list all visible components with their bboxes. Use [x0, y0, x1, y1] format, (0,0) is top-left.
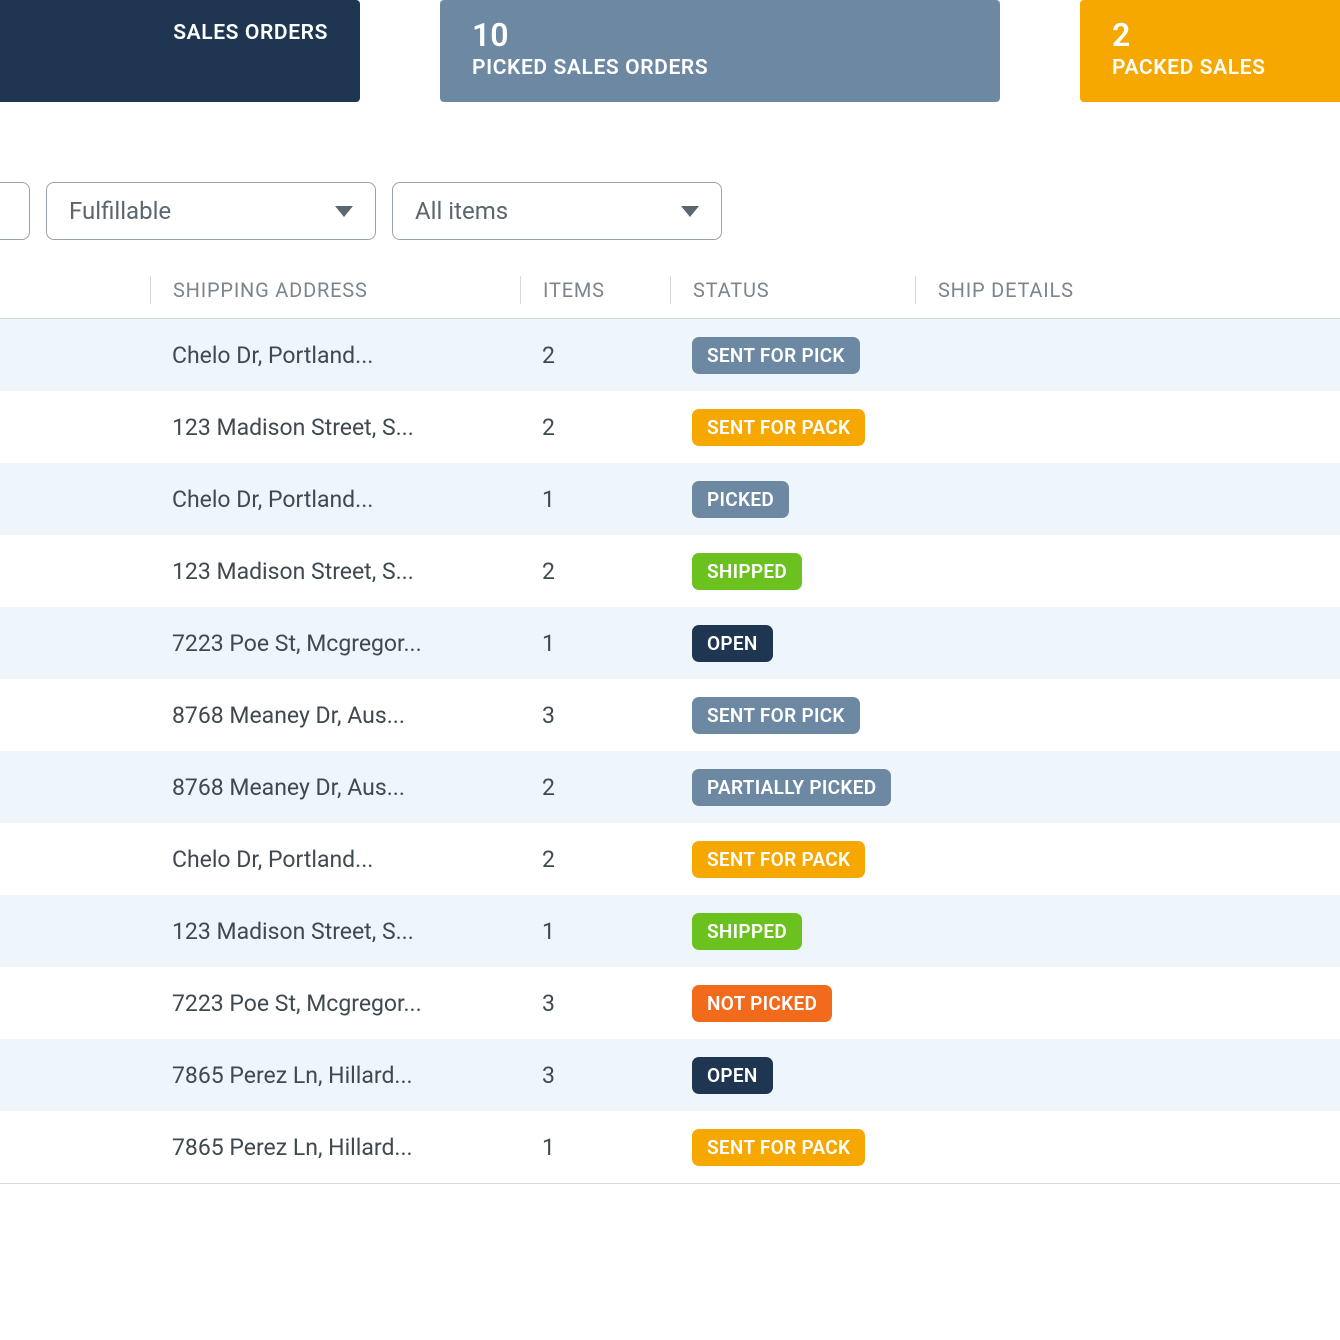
cell-customer: vson: [0, 630, 150, 657]
status-badge: PICKED: [692, 481, 789, 518]
tab-count: 10: [472, 18, 968, 53]
cell-address: 8768 Meaney Dr, Aus...: [150, 774, 520, 801]
status-badge: SENT FOR PACK: [692, 1129, 865, 1166]
cell-address: Chelo Dr, Portland...: [150, 846, 520, 873]
status-badge: SENT FOR PACK: [692, 841, 865, 878]
status-badge: NOT PICKED: [692, 985, 832, 1022]
cell-address: Chelo Dr, Portland...: [150, 342, 520, 369]
cell-status: PARTIALLY PICKED: [670, 769, 915, 806]
table-row[interactable]: vson7223 Poe St, Mcgregor...1 OPEN: [0, 607, 1340, 679]
cell-items: 1: [520, 918, 670, 945]
table-header: ER SHIPPING ADDRESS ITEMS STATUS SHIP DE…: [0, 268, 1340, 319]
tab-packed-sales[interactable]: 2 PACKED SALES: [1080, 0, 1340, 102]
tab-label: PICKED SALES ORDERS: [472, 56, 968, 80]
filters-row: Fulfillable All items: [0, 182, 1340, 240]
table-row[interactable]: Forhlich123 Madison Street, S...2 SHIPPED: [0, 535, 1340, 607]
cell-status: SENT FOR PACK: [670, 409, 915, 446]
table-row[interactable]: nan8768 Meaney Dr, Aus...3 SENT FOR PICK: [0, 679, 1340, 751]
tab-label: SALES ORDERS: [0, 21, 328, 45]
cell-items: 2: [520, 846, 670, 873]
col-ship[interactable]: SHIP DETAILS: [915, 276, 1155, 304]
cell-status: SENT FOR PICK: [670, 697, 915, 734]
cell-customer: Tehrani: [0, 1062, 150, 1089]
table-row[interactable]: loangChelo Dr, Portland...2 SENT FOR PICK: [0, 319, 1340, 391]
cell-items: 2: [520, 342, 670, 369]
cell-status: SENT FOR PACK: [670, 1129, 915, 1166]
cell-status: SHIPPED: [670, 553, 915, 590]
cell-address: 123 Madison Street, S...: [150, 918, 520, 945]
cell-status: OPEN: [670, 1057, 915, 1094]
status-badge: PARTIALLY PICKED: [692, 769, 891, 806]
cell-customer: Forhlich: [0, 558, 150, 585]
status-badge: SHIPPED: [692, 913, 802, 950]
filter-label: All items: [415, 197, 508, 225]
status-badge: OPEN: [692, 625, 773, 662]
cell-status: SENT FOR PACK: [670, 841, 915, 878]
filter-fulfillable[interactable]: Fulfillable: [46, 182, 376, 240]
tab-open-sales[interactable]: SALES ORDERS: [0, 0, 360, 102]
status-badge: OPEN: [692, 1057, 773, 1094]
filter-items[interactable]: All items: [392, 182, 722, 240]
cell-items: 2: [520, 558, 670, 585]
cell-address: 8768 Meaney Dr, Aus...: [150, 702, 520, 729]
status-badge: SENT FOR PICK: [692, 697, 860, 734]
cell-address: 7223 Poe St, Mcgregor...: [150, 990, 520, 1017]
cell-customer: Forhlich: [0, 414, 150, 441]
table-row[interactable]: nan8768 Meaney Dr, Aus...2 PARTIALLY PICK…: [0, 751, 1340, 823]
cell-customer: loang: [0, 342, 150, 369]
chevron-down-icon: [681, 206, 699, 217]
cell-customer: Forhlich: [0, 918, 150, 945]
table-row[interactable]: Forhlich123 Madison Street, S...1 SHIPPED: [0, 895, 1340, 967]
cell-status: SENT FOR PICK: [670, 337, 915, 374]
col-status[interactable]: STATUS: [670, 276, 915, 304]
filter-leading[interactable]: [0, 182, 30, 240]
status-tabs: SALES ORDERS 10 PICKED SALES ORDERS 2 PA…: [0, 0, 1340, 102]
cell-items: 3: [520, 1062, 670, 1089]
cell-status: NOT PICKED: [670, 985, 915, 1022]
col-customer[interactable]: ER: [0, 276, 150, 304]
cell-address: 123 Madison Street, S...: [150, 414, 520, 441]
col-address[interactable]: SHIPPING ADDRESS: [150, 276, 520, 304]
cell-customer: vson: [0, 990, 150, 1017]
cell-address: 7223 Poe St, Mcgregor...: [150, 630, 520, 657]
cell-customer: lleboid: [0, 486, 150, 513]
table-row[interactable]: lleboidChelo Dr, Portland...1 PICKED: [0, 463, 1340, 535]
cell-address: 7865 Perez Ln, Hillard...: [150, 1134, 520, 1161]
cell-items: 2: [520, 414, 670, 441]
cell-items: 3: [520, 990, 670, 1017]
cell-customer: nan: [0, 774, 150, 801]
cell-status: OPEN: [670, 625, 915, 662]
table-row[interactable]: loangChelo Dr, Portland...2 SENT FOR PACK: [0, 823, 1340, 895]
tab-count: 2: [1112, 18, 1340, 53]
cell-customer: nan: [0, 702, 150, 729]
table-row[interactable]: Tehrani7865 Perez Ln, Hillard...1 SENT FO…: [0, 1111, 1340, 1183]
cell-items: 2: [520, 774, 670, 801]
filter-label: Fulfillable: [69, 197, 171, 225]
cell-customer: Tehrani: [0, 1134, 150, 1161]
cell-status: SHIPPED: [670, 913, 915, 950]
table-row[interactable]: vson7223 Poe St, Mcgregor...3 NOT PICKED: [0, 967, 1340, 1039]
col-items[interactable]: ITEMS: [520, 276, 670, 304]
status-badge: SHIPPED: [692, 553, 802, 590]
cell-items: 3: [520, 702, 670, 729]
cell-items: 1: [520, 1134, 670, 1161]
table-row[interactable]: Tehrani7865 Perez Ln, Hillard...3 OPEN: [0, 1039, 1340, 1111]
status-badge: SENT FOR PACK: [692, 409, 865, 446]
table-body: loangChelo Dr, Portland...2SENT FOR PICK…: [0, 319, 1340, 1184]
cell-address: Chelo Dr, Portland...: [150, 486, 520, 513]
cell-items: 1: [520, 486, 670, 513]
chevron-down-icon: [335, 206, 353, 217]
cell-status: PICKED: [670, 481, 915, 518]
cell-customer: loang: [0, 846, 150, 873]
tab-picked-sales[interactable]: 10 PICKED SALES ORDERS: [440, 0, 1000, 102]
tab-label: PACKED SALES: [1112, 56, 1340, 80]
table-row[interactable]: Forhlich123 Madison Street, S...2 SENT FO…: [0, 391, 1340, 463]
cell-items: 1: [520, 630, 670, 657]
cell-address: 123 Madison Street, S...: [150, 558, 520, 585]
status-badge: SENT FOR PICK: [692, 337, 860, 374]
cell-address: 7865 Perez Ln, Hillard...: [150, 1062, 520, 1089]
